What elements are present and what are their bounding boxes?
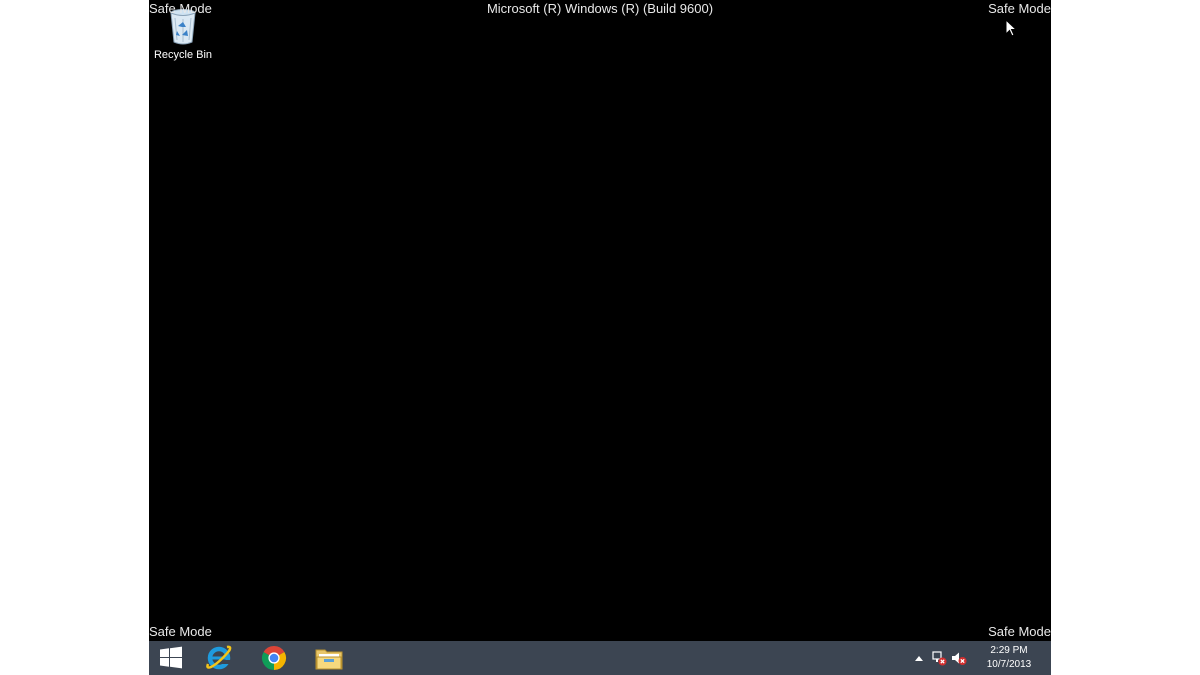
volume-button[interactable] [951, 650, 967, 666]
file-explorer-button[interactable] [307, 642, 351, 674]
safe-mode-label-bottom-left: Safe Mode [149, 624, 212, 639]
windows-build-label: Microsoft (R) Windows (R) (Build 9600) [486, 1, 714, 16]
recycle-bin-label: Recycle Bin [153, 49, 213, 61]
network-status-button[interactable] [931, 650, 947, 666]
chrome-icon [261, 646, 287, 670]
chrome-button[interactable] [252, 642, 296, 674]
taskbar: 2:29 PM 10/7/2013 [149, 641, 1051, 675]
safe-mode-label-bottom-right: Safe Mode [988, 624, 1051, 639]
clock-time: 2:29 PM [990, 645, 1028, 656]
internet-explorer-button[interactable] [197, 642, 241, 674]
volume-muted-icon [952, 652, 967, 665]
internet-explorer-icon [206, 645, 232, 670]
network-error-icon [932, 651, 947, 666]
safe-mode-label-top-right: Safe Mode [988, 1, 1051, 16]
clock-date: 10/7/2013 [986, 659, 1032, 670]
file-explorer-icon [315, 649, 343, 670]
taskbar-clock[interactable]: 2:29 PM 10/7/2013 [981, 644, 1037, 672]
mouse-cursor-icon [1005, 19, 1017, 37]
start-button[interactable] [149, 642, 193, 674]
show-hidden-icons-icon [915, 656, 923, 661]
windows-logo-icon [160, 646, 182, 669]
show-hidden-icons-button[interactable] [911, 650, 927, 666]
notification-area: 2:29 PM 10/7/2013 [911, 641, 1051, 675]
desktop-screen: Recycle Bin Safe Mode Microsoft (R) Wind… [149, 0, 1051, 675]
